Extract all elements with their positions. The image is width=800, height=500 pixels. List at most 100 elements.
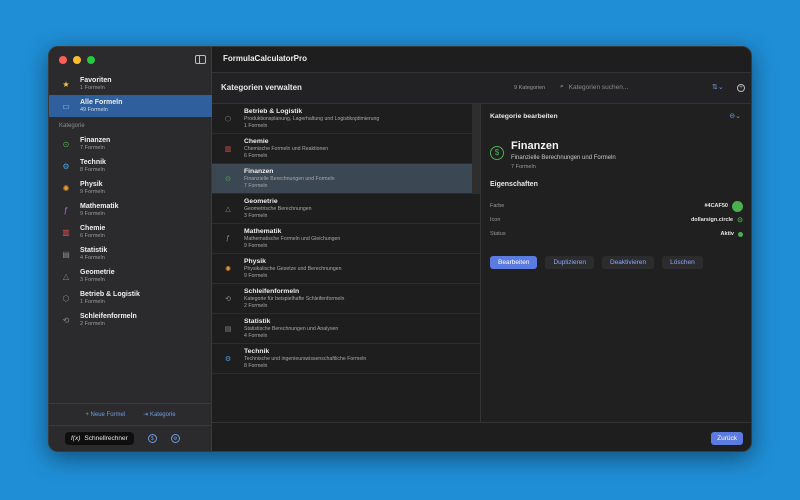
sidebar-item-label: Betrieb & Logistik [80,290,140,298]
sidebar-footer: f(x) Schnellrechner $ ⚙ [49,425,212,451]
sidebar-item-physik[interactable]: ✺ Physik 9 Formeln [49,177,212,199]
category-name: Schleifenformeln [244,288,300,295]
dollar-icon: ⊙ [62,139,70,149]
category-count: 9 Kategorien [514,85,546,91]
category-description: Statistische Berechnungen und Analysen [244,326,339,332]
chart-icon: ▤ [62,249,70,259]
app-window: ★ Favoriten 1 Formeln ▭ Alle Formeln 49 … [48,46,752,452]
settings-icon[interactable]: ⚙ [170,434,180,443]
list-item[interactable]: ▥ Chemie Chemische Formeln und Reaktionen… [212,134,480,164]
property-row-color: Farbe #4CAF50 [490,199,743,213]
sidebar-item-count: 7 Formeln [80,144,105,151]
sidebar-item-label: Schleifenformeln [80,312,137,320]
sidebar-item-all-formulas[interactable]: ▭ Alle Formeln 49 Formeln [49,95,212,117]
star-icon: ★ [62,79,70,89]
category-name: Chemie [244,138,269,145]
sidebar-item-finanzen[interactable]: ⊙ Finanzen 7 Formeln [49,133,212,155]
edit-button[interactable]: Bearbeiten [490,256,538,269]
property-key: Icon [490,217,501,223]
category-count: 7 Formeln [244,182,268,189]
new-formula-button[interactable]: + Neue Formel [85,412,125,418]
sidebar-item-count: 9 Formeln [80,210,105,217]
sidebar-item-favorites[interactable]: ★ Favoriten 1 Formeln [49,73,212,95]
minimize-window-button[interactable] [73,56,81,64]
detail-panel: Kategorie bearbeiten ⊖⌄ $ Finanzen Finan… [481,104,751,424]
sidebar-item-count: 3 Formeln [80,276,105,283]
category-count: 2 Formeln [244,302,268,309]
color-swatch[interactable] [732,200,743,212]
category-description: Finanzielle Berechnungen und Formeln [511,155,616,161]
list-item[interactable]: ⟲ Schleifenformeln Kategorie für beispiel… [212,284,480,314]
sort-icon[interactable]: ⇅⌄ [712,83,724,91]
chart-icon: ▤ [224,325,232,333]
category-list: ⬡ Betrieb & Logistik Produktionsplanung, … [212,104,481,424]
zoom-window-button[interactable] [87,56,95,64]
deactivate-button[interactable]: Deaktivieren [601,256,655,269]
sidebar-actions: + Neue Formel ⇥ Kategorie [49,403,212,425]
sidebar-item-count: 6 Formeln [80,232,105,239]
gear-icon: ⚙ [224,355,232,363]
sidebar-item-statistik[interactable]: ▤ Statistik 4 Formeln [49,243,212,265]
atom-icon: ✺ [225,265,231,273]
category-description: Geometrische Berechnungen [244,206,312,212]
search-icon: ⌕ [560,83,564,90]
dollar-icon: $ [490,146,504,160]
category-title: Finanzen [511,140,559,152]
list-item[interactable]: ƒ Mathematik Mathematische Formeln und Gl… [212,224,480,254]
function-icon: ƒ [226,235,230,242]
sidebar-item-label: Technik [80,158,106,166]
property-key: Farbe [490,203,505,209]
quick-calculator-button[interactable]: f(x) Schnellrechner [65,432,134,445]
folder-plus-icon: ⇥ [143,412,150,418]
list-item[interactable]: ⊙ Finanzen Finanzielle Berechnungen und F… [212,164,480,194]
sidebar-toggle-icon[interactable] [195,55,206,64]
category-description: Kategorie für beispielhafte Schleifenfor… [244,296,345,302]
sidebar-item-count: 49 Formeln [80,106,108,113]
properties-heading: Eigenschaften [490,181,538,188]
category-description: Chemische Formeln und Reaktionen [244,146,329,152]
list-item[interactable]: △ Geometrie Geometrische Berechnungen 3 Fo… [212,194,480,224]
list-scrollbar[interactable] [472,104,480,194]
sidebar-item-schleifenformeln[interactable]: ⟲ Schleifenformeln 2 Formeln [49,309,212,331]
sidebar-item-chemie[interactable]: ▥ Chemie 6 Formeln [49,221,212,243]
category-name: Technik [244,348,270,355]
sidebar-item-count: 2 Formeln [80,320,105,327]
loop-icon: ⟲ [62,315,70,325]
property-value: #4CAF50 [704,203,728,209]
bottom-bar: Zurück [212,422,751,451]
add-icon[interactable]: + [737,84,745,92]
category-name: Physik [244,258,266,265]
box-icon: ⬡ [62,293,70,303]
page-title: Kategorien verwalten [221,83,302,92]
currency-icon[interactable]: $ [147,434,157,443]
property-row-icon: Icon dollarsign.circle ⊙ [490,213,743,227]
delete-button[interactable]: Löschen [662,256,703,269]
property-key: Status [490,231,506,237]
function-icon: f(x) [71,435,81,442]
sidebar-item-label: Mathematik [80,202,119,210]
more-options-icon[interactable]: ⊖⌄ [729,112,741,120]
list-item[interactable]: ✺ Physik Physikalische Gesetze und Berech… [212,254,480,284]
sidebar-section-label: Kategorie [59,123,85,129]
list-item[interactable]: ▤ Statistik Statistische Berechnungen und… [212,314,480,344]
flask-icon: ▥ [62,227,70,237]
list-item[interactable]: ⚙ Technik Technische und ingenieurswissen… [212,344,480,374]
category-count: 1 Formeln [244,122,268,129]
new-formula-label: Neue Formel [90,411,126,418]
sidebar-item-betrieb-logistik[interactable]: ⬡ Betrieb & Logistik 1 Formeln [49,287,212,309]
sidebar-item-technik[interactable]: ⚙ Technik 8 Formeln [49,155,212,177]
loop-icon: ⟲ [225,295,231,303]
sidebar-list: ★ Favoriten 1 Formeln ▭ Alle Formeln 49 … [49,73,212,331]
close-window-button[interactable] [59,56,67,64]
search-field[interactable]: ⌕ Kategorien suchen... [560,83,628,91]
new-category-button[interactable]: ⇥ Kategorie [143,411,175,418]
category-name: Geometrie [244,198,278,205]
search-input[interactable]: Kategorien suchen... [569,84,629,91]
sidebar-item-geometrie[interactable]: △ Geometrie 3 Formeln [49,265,212,287]
back-button[interactable]: Zurück [711,432,743,445]
sidebar-item-mathematik[interactable]: ƒ Mathematik 9 Formeln [49,199,212,221]
sidebar-item-label: Geometrie [80,268,115,276]
category-name: Mathematik [244,228,282,235]
duplicate-button[interactable]: Duplizieren [545,256,594,269]
list-item[interactable]: ⬡ Betrieb & Logistik Produktionsplanung, … [212,104,480,134]
